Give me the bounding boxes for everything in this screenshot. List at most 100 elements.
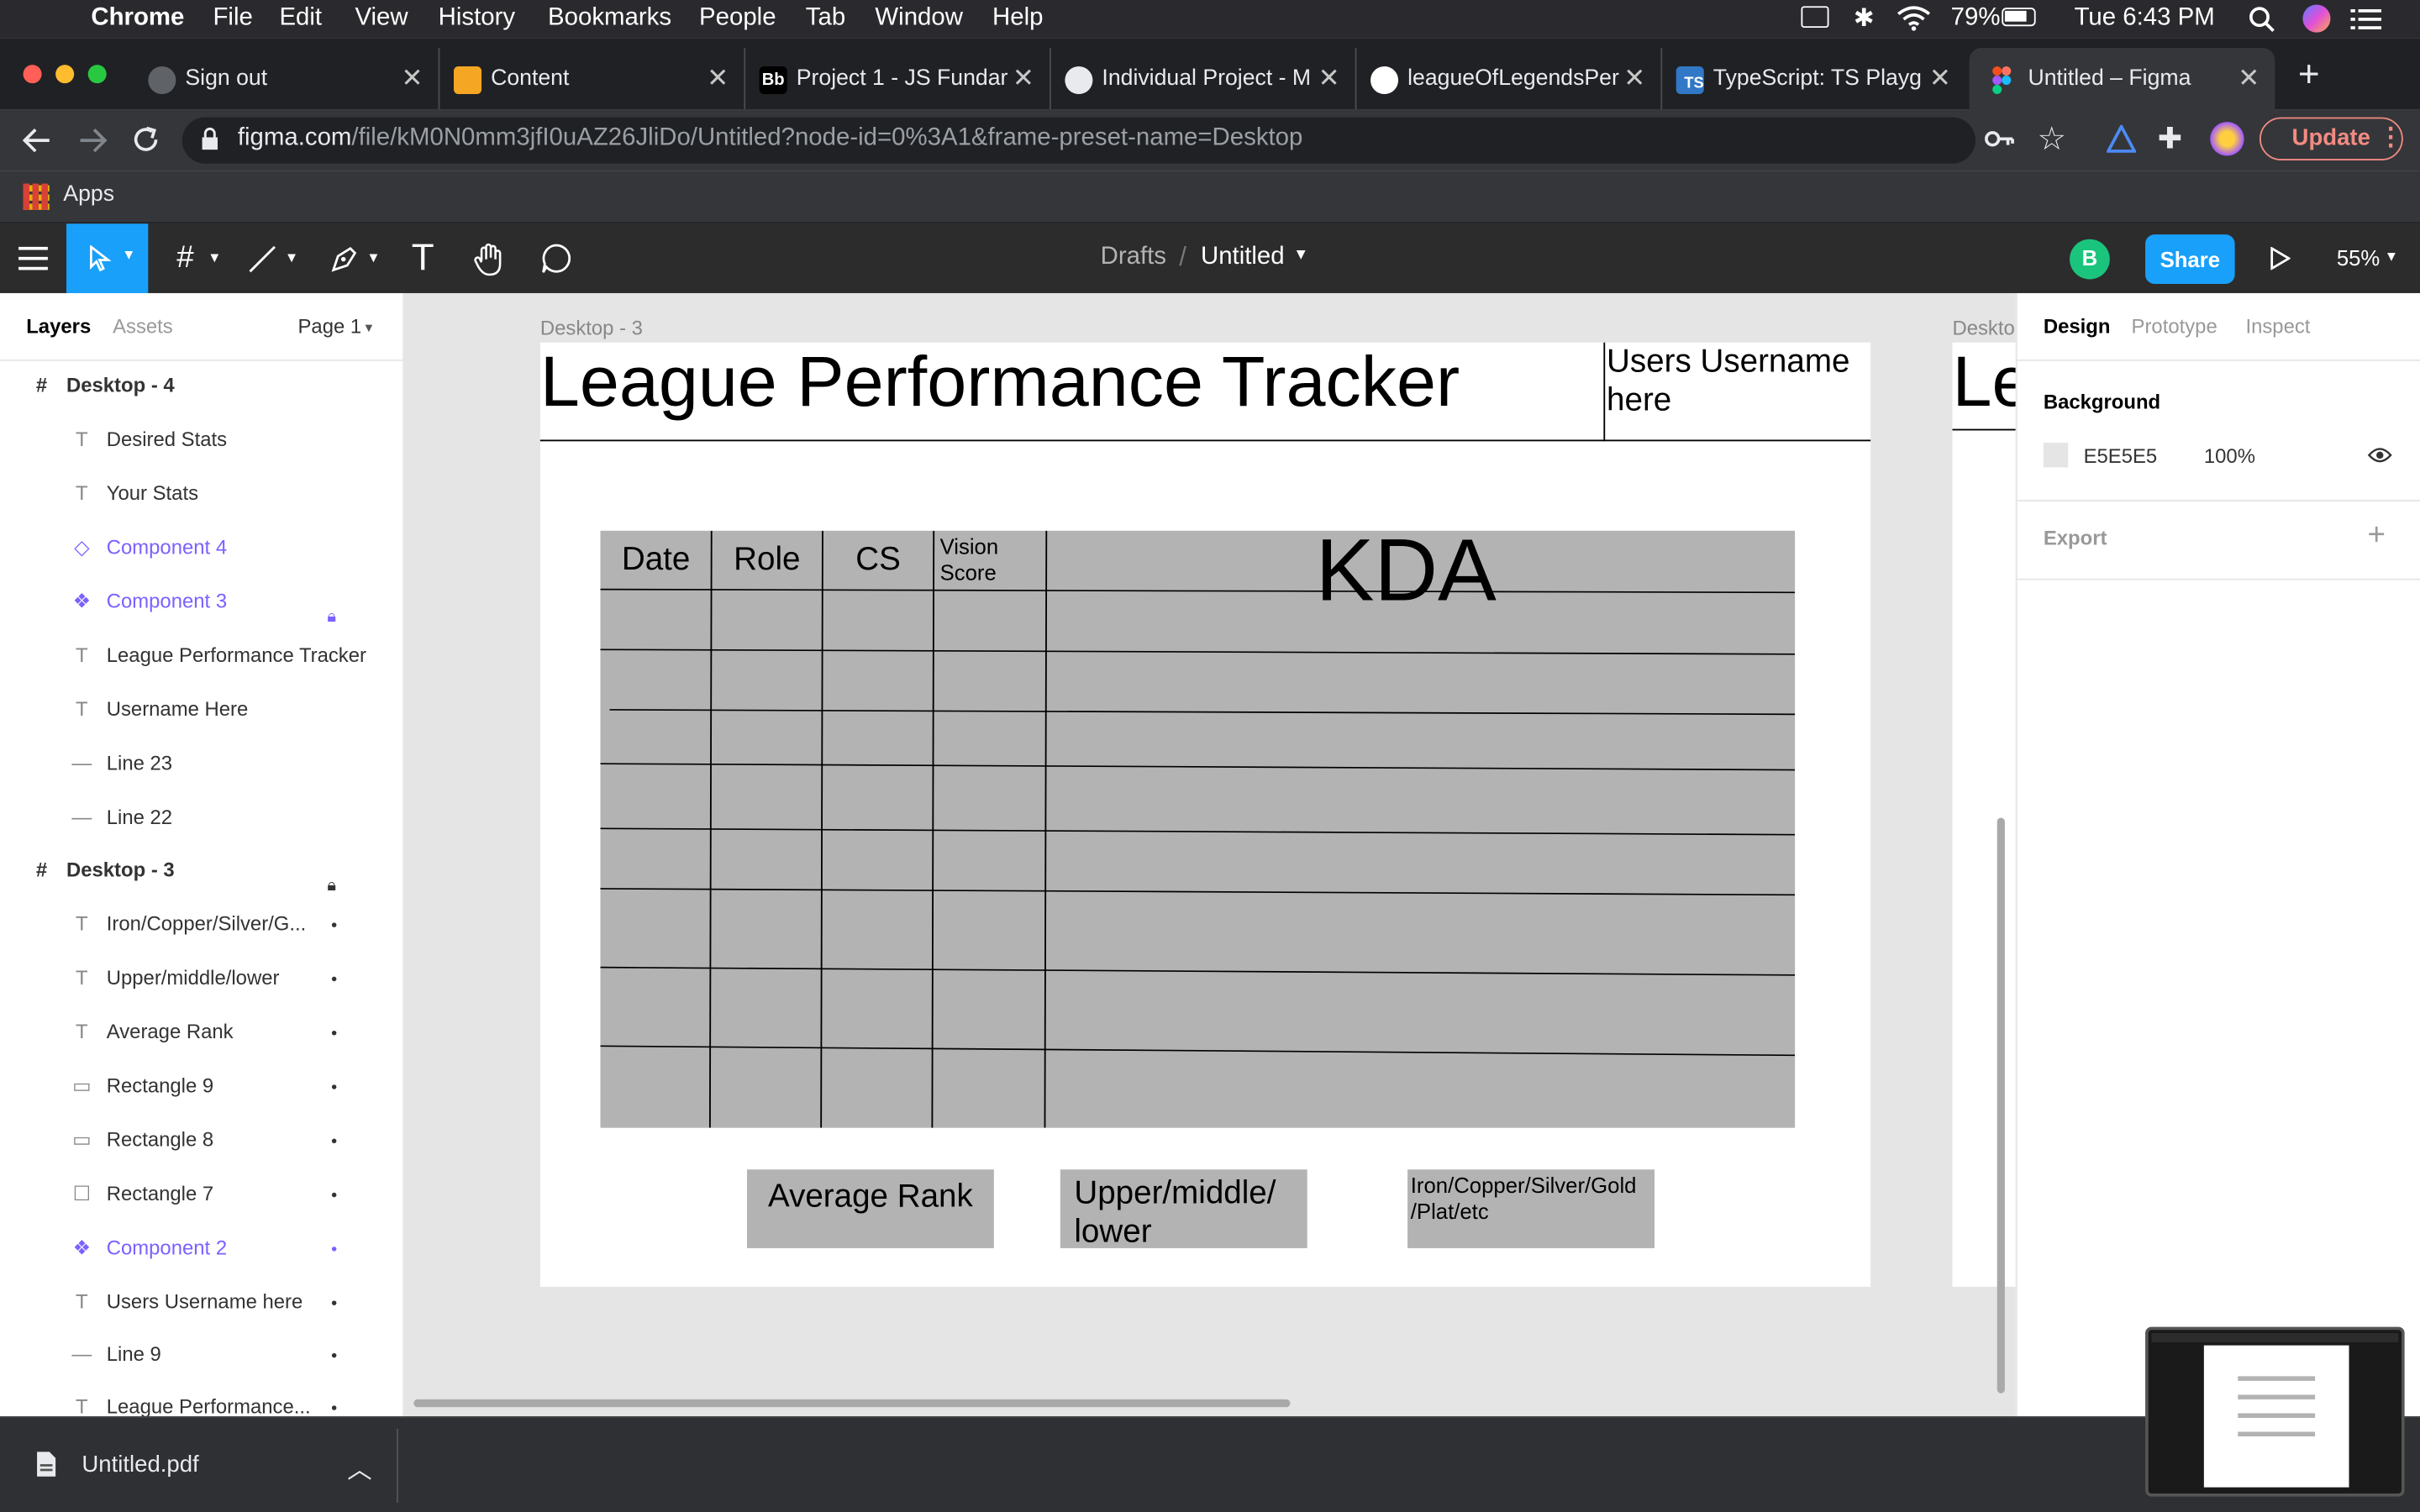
frame-label-right[interactable]: Deskto: [1952, 317, 2014, 340]
new-tab-icon[interactable]: +: [2298, 54, 2320, 97]
tab-project-1[interactable]: Bb Project 1 - JS Fundar ✕: [750, 47, 1051, 110]
header-vision-score[interactable]: Vision Score: [940, 534, 1042, 586]
chevron-up-icon[interactable]: ︿: [347, 1449, 371, 1486]
layer-iron-copper-silver[interactable]: T Iron/Copper/Silver/G...: [0, 898, 402, 950]
menu-help[interactable]: Help: [992, 5, 1043, 33]
url-text[interactable]: figma.com/file/kM0N0mm3jfI0uAZ26JliDo/Un…: [238, 125, 1303, 153]
username-text[interactable]: Users Username here: [1607, 343, 1869, 420]
close-tab-icon[interactable]: ✕: [1013, 63, 1034, 94]
rank-tier-label[interactable]: Iron/Copper/Silver/Gold /Plat/etc: [1411, 1173, 1655, 1225]
layer-desired-stats[interactable]: T Desired Stats: [0, 413, 402, 465]
vertical-scrollbar[interactable]: [1996, 817, 2005, 1394]
update-button[interactable]: Update ⋮: [2259, 117, 2403, 161]
layer-upper-middle-lower[interactable]: T Upper/middle/lower: [0, 952, 402, 1004]
menu-people[interactable]: People: [699, 5, 776, 33]
main-menu-icon[interactable]: [18, 245, 48, 271]
share-button[interactable]: Share: [2145, 234, 2235, 284]
close-tab-icon[interactable]: ✕: [1318, 63, 1340, 94]
present-play-icon[interactable]: [2270, 246, 2291, 270]
pen-tool-icon[interactable]: [329, 244, 360, 275]
close-tab-icon[interactable]: ✕: [1929, 63, 1951, 94]
close-tab-icon[interactable]: ✕: [707, 63, 729, 94]
page-title[interactable]: League Performance Tracker: [540, 339, 1460, 423]
header-kda[interactable]: KDA: [1046, 520, 1765, 622]
average-rank-box[interactable]: Average Rank: [746, 1169, 994, 1248]
wifi-icon[interactable]: [1897, 5, 1931, 31]
screenshot-thumbnail[interactable]: [2145, 1326, 2405, 1497]
tab-design[interactable]: Design: [2044, 315, 2111, 339]
bookmark-apps[interactable]: Apps: [63, 182, 114, 207]
menu-history[interactable]: History: [439, 5, 515, 33]
breadcrumb-drafts[interactable]: Drafts: [1101, 244, 1166, 271]
bluetooth-icon[interactable]: ✱: [1854, 3, 1875, 34]
bookmark-star-icon[interactable]: ☆: [2037, 120, 2066, 159]
add-export-icon[interactable]: +: [2368, 518, 2386, 554]
desktop-4-frame[interactable]: Le: [1952, 342, 2016, 1287]
page-chevron-icon[interactable]: ▼: [363, 321, 376, 335]
window-zoom-button[interactable]: [87, 65, 107, 84]
visibility-eye-icon[interactable]: [2367, 446, 2392, 465]
background-swatch[interactable]: [2043, 443, 2069, 468]
layer-component-4[interactable]: ◇ Component 4: [0, 522, 402, 574]
layer-users-username-here[interactable]: T Users Username here: [0, 1276, 402, 1328]
tab-typescript[interactable]: TS TypeScript: TS Playg ✕: [1667, 48, 1966, 109]
tab-github[interactable]: leagueOfLegendsPer ✕: [1361, 47, 1663, 110]
layer-username-here[interactable]: T Username Here: [0, 684, 402, 736]
layer-desktop-3[interactable]: # Desktop - 3 🔒︎: [0, 844, 402, 896]
menu-app-name[interactable]: Chrome: [91, 5, 184, 33]
move-tool-button[interactable]: ▼: [66, 223, 149, 293]
profile-avatar[interactable]: [2210, 122, 2244, 156]
tab-individual-project[interactable]: Individual Project - M ✕: [1055, 47, 1357, 110]
desktop-3-frame[interactable]: League Performance Tracker Users Usernam…: [539, 341, 1871, 1287]
close-tab-icon[interactable]: ✕: [2238, 63, 2260, 94]
layer-average-rank[interactable]: T Average Rank: [0, 1006, 402, 1058]
apps-grid-icon[interactable]: [23, 183, 50, 210]
position-box[interactable]: Upper/middle/ lower: [1060, 1169, 1307, 1250]
layer-rectangle-8[interactable]: ▭ Rectangle 8: [0, 1114, 402, 1166]
battery-icon[interactable]: [2002, 8, 2036, 27]
layer-component-2[interactable]: ❖ Component 2: [0, 1222, 402, 1274]
file-name[interactable]: Untitled: [1201, 244, 1285, 271]
header-cs[interactable]: CS: [823, 542, 934, 579]
header-role[interactable]: Role: [712, 542, 823, 579]
tab-content[interactable]: Content ✕: [445, 47, 746, 110]
tab-layers[interactable]: Layers: [26, 315, 91, 339]
horizontal-scrollbar[interactable]: [413, 1399, 1291, 1408]
zoom-level[interactable]: 55%: [2337, 245, 2380, 270]
average-rank-label[interactable]: Average Rank: [747, 1179, 994, 1215]
position-label[interactable]: Upper/middle/ lower: [1074, 1174, 1306, 1252]
menu-window[interactable]: Window: [875, 5, 963, 33]
layer-rectangle-9[interactable]: ▭ Rectangle 9: [0, 1060, 402, 1112]
chevron-down-icon[interactable]: ▼: [366, 223, 381, 293]
background-hex[interactable]: E5E5E5: [2084, 444, 2158, 468]
download-filename[interactable]: Untitled.pdf: [82, 1452, 198, 1478]
close-tab-icon[interactable]: ✕: [1623, 63, 1645, 94]
rank-tier-box[interactable]: Iron/Copper/Silver/Gold /Plat/etc: [1407, 1169, 1655, 1248]
keyboard-icon[interactable]: [1801, 6, 1829, 29]
close-tab-icon[interactable]: ✕: [402, 63, 424, 94]
hand-tool-icon[interactable]: [472, 242, 506, 276]
layer-line-23[interactable]: — Line 23: [0, 738, 402, 790]
frame-tool-icon[interactable]: #: [166, 223, 203, 293]
layer-rectangle-7[interactable]: ☐ Rectangle 7: [0, 1168, 402, 1220]
page-selector[interactable]: Page 1: [297, 315, 361, 339]
tab-sign-out[interactable]: Sign out ✕: [139, 47, 440, 110]
layer-line-9[interactable]: — Line 9: [0, 1328, 402, 1380]
window-close-button[interactable]: [23, 65, 42, 84]
export-heading[interactable]: Export: [2044, 526, 2107, 549]
menu-edit[interactable]: Edit: [279, 5, 322, 33]
tab-figma-active[interactable]: Untitled – Figma ✕: [1969, 47, 2275, 110]
chevron-down-icon[interactable]: ▼: [207, 223, 222, 293]
kebab-menu-icon[interactable]: ⋮: [2378, 122, 2402, 153]
window-minimize-button[interactable]: [55, 65, 75, 84]
menu-clock[interactable]: Tue 6:43 PM: [2075, 5, 2215, 33]
tab-prototype[interactable]: Prototype: [2132, 315, 2217, 339]
control-center-icon[interactable]: [2350, 8, 2382, 31]
stats-table[interactable]: Date Role CS Vision Score KDA: [600, 522, 1796, 1128]
spotlight-icon[interactable]: [2249, 6, 2275, 33]
menu-view[interactable]: View: [355, 5, 408, 33]
menu-tab[interactable]: Tab: [806, 5, 845, 33]
frame-label[interactable]: Desktop - 3: [540, 317, 643, 340]
background-opacity[interactable]: 100%: [2204, 444, 2255, 468]
comment-tool-icon[interactable]: [540, 242, 573, 275]
